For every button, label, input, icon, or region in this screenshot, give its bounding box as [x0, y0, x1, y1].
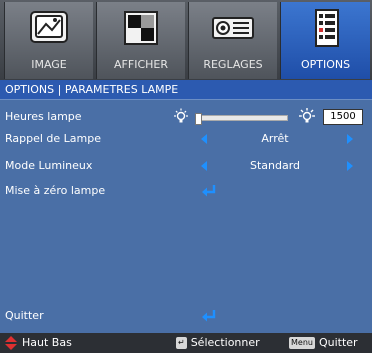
row-brightness-mode[interactable]: Mode Lumineux Standard [0, 156, 372, 176]
row-lamp-reset[interactable]: Mise à zéro lampe [0, 181, 372, 201]
help-select: ↵ Sélectionner [176, 333, 260, 353]
enter-icon[interactable] [201, 184, 217, 198]
brightness-mode-value: Standard [249, 159, 301, 172]
tab-bar: IMAGE AFFICHER REGLAGES OPTIONS [0, 0, 372, 80]
help-nav-text: Haut Bas [22, 336, 72, 349]
row-quit[interactable]: Quitter [0, 306, 372, 326]
osd-menu: IMAGE AFFICHER REGLAGES OPTIONS OPTIONS … [0, 0, 372, 353]
help-nav: Haut Bas [4, 333, 72, 353]
options-checklist-icon [314, 9, 339, 47]
tab-reglages[interactable]: REGLAGES [188, 2, 277, 79]
lamp-hours-value: 1500 [323, 109, 363, 125]
tab-options-label: OPTIONS [300, 58, 351, 71]
enter-key-icon: ↵ [176, 337, 187, 349]
page-title: OPTIONS | PARAMETRES LAMPE [0, 80, 372, 100]
enter-icon[interactable] [201, 309, 217, 323]
help-select-text: Sélectionner [190, 336, 260, 349]
lamp-dim-icon [174, 108, 188, 123]
brightness-mode-left-arrow-icon[interactable] [201, 161, 207, 171]
display-icon [124, 11, 158, 45]
row-lamp-reminder[interactable]: Rappel de Lampe Arrêt [0, 129, 372, 149]
lamp-hours-label: Heures lampe [5, 110, 82, 123]
lamp-reminder-value: Arrêt [261, 132, 289, 145]
lamp-reminder-label: Rappel de Lampe [5, 132, 102, 145]
brightness-mode-right-arrow-icon[interactable] [347, 161, 353, 171]
quit-label: Quitter [5, 309, 44, 322]
projector-icon [212, 17, 254, 39]
lamp-bright-icon [299, 108, 315, 123]
menu-key-icon: Menu [289, 337, 315, 349]
tab-image[interactable]: IMAGE [4, 2, 93, 79]
help-quit-text: Quitter [318, 336, 358, 349]
tab-image-label: IMAGE [31, 58, 67, 71]
tab-reglages-label: REGLAGES [203, 58, 263, 71]
lamp-reminder-left-arrow-icon[interactable] [201, 134, 207, 144]
tab-afficher[interactable]: AFFICHER [96, 2, 185, 79]
bottom-help-bar: Haut Bas ↵ Sélectionner Menu Quitter [0, 333, 372, 353]
tab-options[interactable]: OPTIONS [280, 2, 370, 79]
tab-afficher-label: AFFICHER [114, 58, 168, 71]
slider-thumb[interactable] [195, 113, 202, 125]
lamp-reset-label: Mise à zéro lampe [5, 184, 106, 197]
lamp-reminder-right-arrow-icon[interactable] [347, 134, 353, 144]
image-icon [30, 11, 68, 43]
brightness-mode-label: Mode Lumineux [5, 159, 93, 172]
lamp-hours-slider[interactable] [195, 113, 288, 125]
up-down-icon [5, 336, 17, 350]
row-lamp-hours[interactable]: Heures lampe 1500 [0, 107, 372, 127]
help-quit: Menu Quitter [289, 333, 358, 353]
